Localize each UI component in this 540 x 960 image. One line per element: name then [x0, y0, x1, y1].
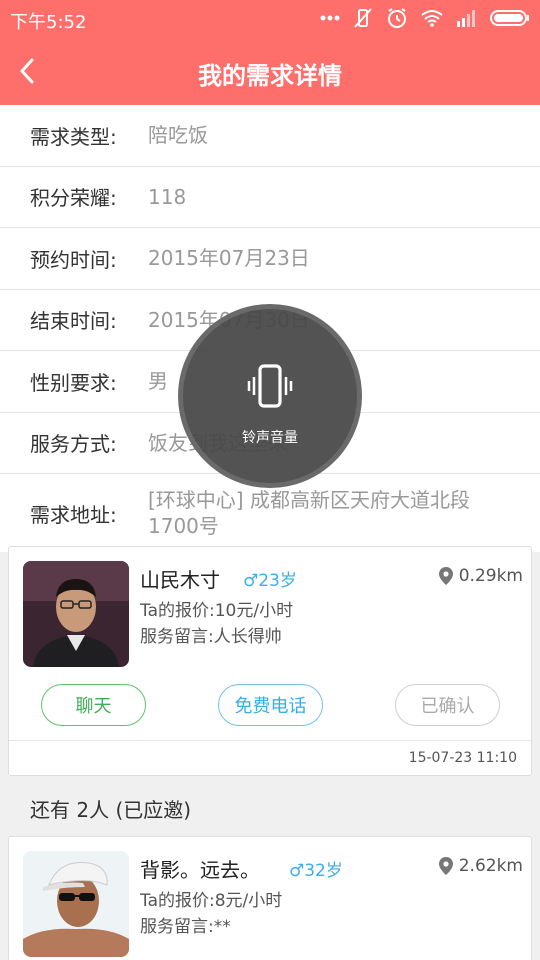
detail-label: 需求地址: [30, 502, 117, 527]
service-message: 服务留言:** [140, 917, 231, 937]
location-pin-icon [438, 857, 453, 875]
more-dots-icon [320, 15, 340, 21]
location-pin-icon [438, 567, 453, 585]
gender-age-badge: ♂32岁 [289, 861, 343, 881]
volume-toast: 铃声音量 [178, 304, 362, 488]
distance: 0.29km [438, 566, 523, 586]
service-message: 服务留言:人长得帅 [140, 627, 282, 647]
responder-card[interactable]: 背影。远去。 ♂32岁 2.62km Ta的报价:8元/小时 服务留言:** [8, 836, 532, 960]
others-section-title: 还有 2人 (已应邀) [30, 798, 192, 822]
detail-label: 服务方式: [30, 432, 117, 457]
chat-button[interactable]: 聊天 [41, 684, 146, 726]
detail-label: 需求类型: [30, 124, 117, 149]
responder-name: 背影。远去。 [140, 858, 260, 882]
battery-icon [490, 10, 529, 26]
status-icons [320, 7, 530, 29]
detail-row-start-date: 预约时间: 2015年07月23日 [0, 228, 540, 290]
detail-label: 预约时间: [30, 247, 117, 272]
avatar[interactable] [23, 851, 129, 957]
responder-card[interactable]: 山民木寸 ♂23岁 0.29km Ta的报价:10元/小时 服务留言:人长得帅 … [8, 546, 532, 776]
app-header: 下午5:52 我的需求详情 [0, 0, 540, 105]
detail-value: 2015年07月23日 [148, 246, 310, 271]
confirmed-status-button: 已确认 [395, 684, 500, 726]
card-divider [9, 740, 531, 741]
nav-bar: 我的需求详情 [0, 38, 540, 105]
distance: 2.62km [438, 856, 523, 876]
status-bar: 下午5:52 [0, 0, 540, 38]
distance-value: 0.29km [458, 566, 523, 586]
avatar[interactable] [23, 561, 129, 667]
detail-label: 性别要求: [30, 370, 117, 395]
timestamp: 15-07-23 11:10 [408, 750, 517, 766]
page-title: 我的需求详情 [198, 62, 342, 90]
status-time: 下午5:52 [10, 12, 87, 33]
signal-icon [457, 10, 475, 27]
detail-value: 陪吃饭 [148, 123, 208, 148]
detail-value: [环球中心] 成都高新区天府大道北段1700号 [148, 488, 470, 538]
detail-value: 118 [148, 184, 187, 209]
price-quote: Ta的报价:8元/小时 [140, 891, 283, 911]
volume-toast-label: 铃声音量 [242, 430, 298, 446]
gender-age-badge: ♂23岁 [243, 571, 297, 591]
wifi-icon [421, 10, 443, 27]
free-call-button[interactable]: 免费电话 [218, 684, 323, 726]
distance-value: 2.62km [458, 856, 523, 876]
vibrate-mute-icon [354, 8, 372, 28]
alarm-icon [388, 8, 406, 28]
detail-label: 积分荣耀: [30, 186, 117, 211]
detail-row-type: 需求类型: 陪吃饭 [0, 105, 540, 167]
responder-name: 山民木寸 [140, 568, 220, 592]
detail-label: 结束时间: [30, 309, 117, 334]
detail-row-points: 积分荣耀: 118 [0, 167, 540, 228]
vibrate-icon [247, 364, 293, 408]
price-quote: Ta的报价:10元/小时 [140, 601, 294, 621]
